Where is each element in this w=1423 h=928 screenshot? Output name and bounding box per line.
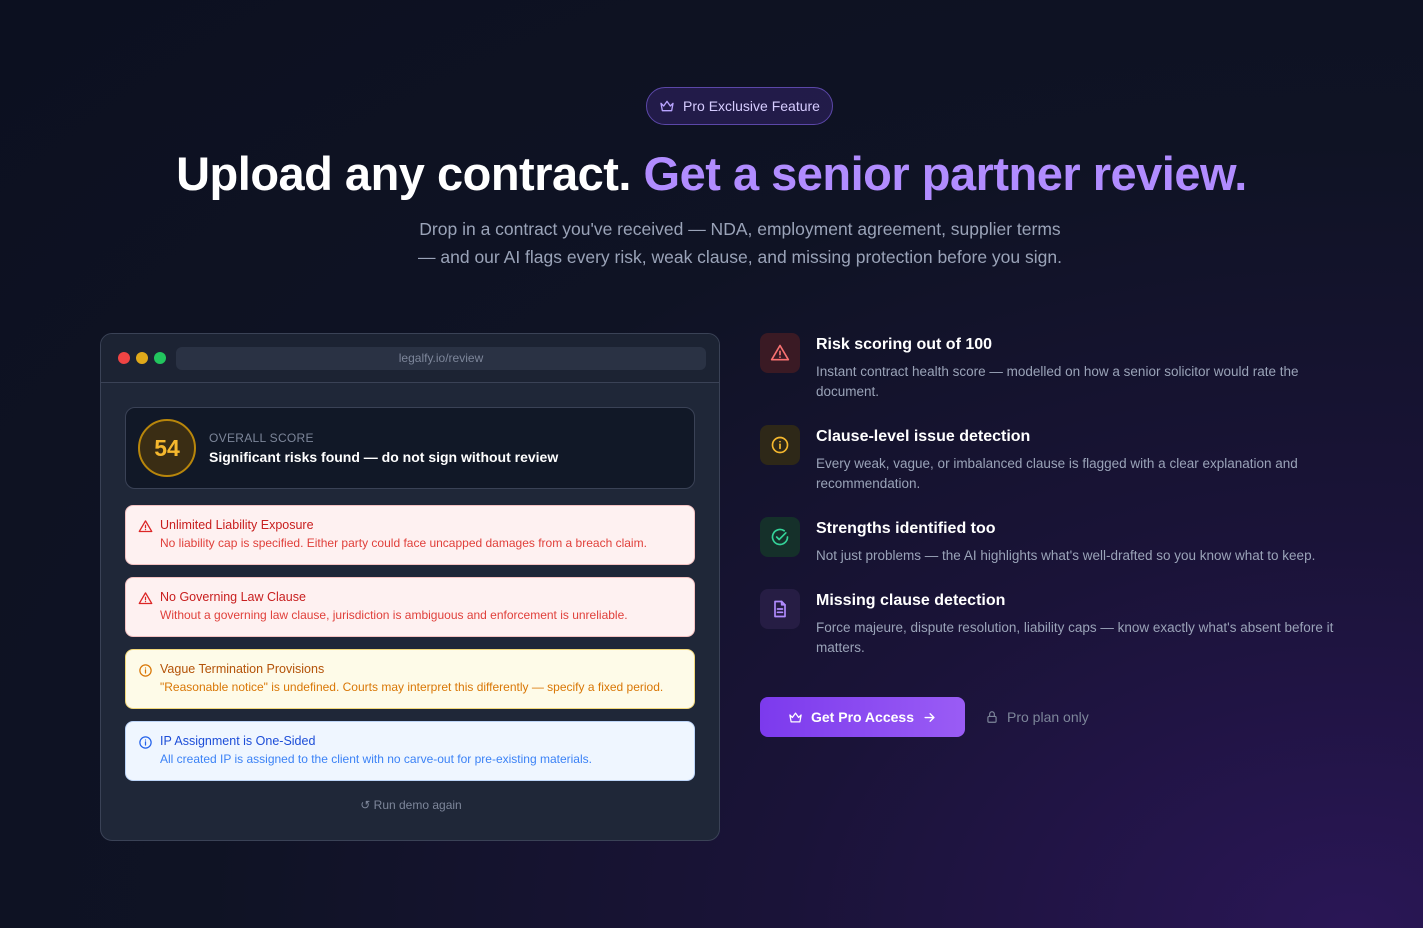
feature-title: Clause-level issue detection bbox=[816, 428, 1031, 445]
issue-detail: All created IP is assigned to the client… bbox=[160, 752, 592, 766]
url-bar: legalfy.io/review bbox=[176, 346, 706, 370]
issue-card: IP Assignment is One-Sided All created I… bbox=[125, 721, 695, 781]
feature-description: Every weak, vague, or imbalanced clause … bbox=[816, 456, 1298, 491]
page-subtitle: Drop in a contract you've received — NDA… bbox=[400, 215, 1080, 271]
feature-description: Not just problems — the AI highlights wh… bbox=[816, 548, 1316, 563]
pro-exclusive-badge: Pro Exclusive Feature bbox=[646, 87, 833, 125]
issue-card: No Governing Law Clause Without a govern… bbox=[125, 577, 695, 637]
issue-title: IP Assignment is One-Sided bbox=[160, 734, 316, 748]
issue-title: Vague Termination Provisions bbox=[160, 662, 325, 676]
issue-card: Vague Termination Provisions "Reasonable… bbox=[125, 649, 695, 709]
cta-label: Get Pro Access bbox=[811, 709, 914, 725]
title-white: Upload any contract. bbox=[176, 147, 631, 200]
check-circle-icon bbox=[771, 528, 789, 546]
pro-plan-note-label: Pro plan only bbox=[1007, 709, 1089, 725]
issue-detail: No liability cap is specified. Either pa… bbox=[160, 536, 647, 550]
crown-icon bbox=[789, 712, 802, 722]
crown-icon bbox=[660, 100, 674, 112]
lock-icon bbox=[987, 711, 997, 723]
score-label: OVERALL SCORE bbox=[209, 431, 314, 445]
page-title: Upload any contract. Get a senior partne… bbox=[0, 146, 1423, 201]
feature-icon-box bbox=[760, 589, 800, 629]
feature-title: Missing clause detection bbox=[816, 592, 1006, 609]
window-minimize-dot bbox=[136, 352, 148, 364]
subtitle-line-1: Drop in a contract you've received — NDA… bbox=[419, 219, 1061, 239]
get-pro-access-button[interactable]: Get Pro Access bbox=[760, 697, 965, 737]
feature-description: Instant contract health score — modelled… bbox=[816, 364, 1299, 399]
feature-title: Strengths identified too bbox=[816, 520, 996, 537]
issue-title: No Governing Law Clause bbox=[160, 590, 306, 604]
run-demo-again-link[interactable]: ↺ Run demo again bbox=[101, 798, 719, 812]
demo-browser-window: legalfy.io/review 54 OVERALL SCORE Signi… bbox=[100, 333, 720, 841]
warning-icon bbox=[138, 520, 153, 533]
title-purple: Get a senior partner review. bbox=[643, 147, 1248, 200]
info-icon bbox=[139, 736, 152, 749]
document-icon bbox=[774, 600, 786, 618]
arrow-right-icon bbox=[924, 712, 935, 722]
window-maximize-dot bbox=[154, 352, 166, 364]
score-description: Significant risks found — do not sign wi… bbox=[209, 449, 559, 465]
info-icon bbox=[139, 664, 152, 677]
browser-toolbar: legalfy.io/review bbox=[101, 334, 719, 383]
badge-label: Pro Exclusive Feature bbox=[683, 98, 820, 114]
issue-detail: Without a governing law clause, jurisdic… bbox=[160, 608, 628, 622]
feature-icon-box bbox=[760, 425, 800, 465]
feature-description: Force majeure, dispute resolution, liabi… bbox=[816, 620, 1334, 655]
feature-icon-box bbox=[760, 517, 800, 557]
warning-icon bbox=[138, 592, 153, 605]
feature-icon-box bbox=[760, 333, 800, 373]
subtitle-line-2: — and our AI flags every risk, weak clau… bbox=[418, 247, 1062, 267]
pro-plan-note: Pro plan only bbox=[985, 709, 1089, 725]
issue-title: Unlimited Liability Exposure bbox=[160, 518, 314, 532]
issue-detail: "Reasonable notice" is undefined. Courts… bbox=[160, 680, 664, 694]
score-card: 54 OVERALL SCORE Significant risks found… bbox=[125, 407, 695, 489]
feature-title: Risk scoring out of 100 bbox=[816, 336, 993, 353]
warning-icon bbox=[770, 344, 790, 361]
window-close-dot bbox=[118, 352, 130, 364]
score-value: 54 bbox=[138, 419, 196, 477]
info-icon bbox=[771, 436, 789, 454]
issue-card: Unlimited Liability Exposure No liabilit… bbox=[125, 505, 695, 565]
